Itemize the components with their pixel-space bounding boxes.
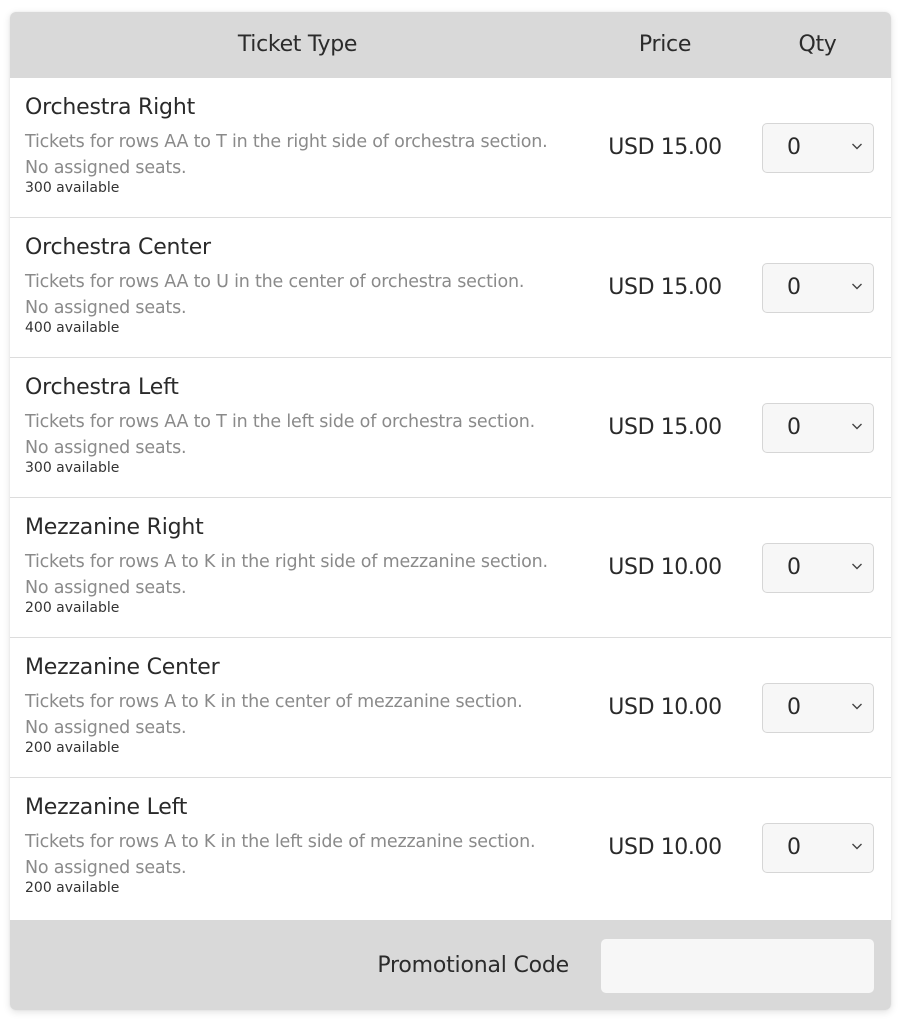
qty-value: 0	[787, 135, 801, 160]
ticket-price: USD 10.00	[608, 695, 722, 720]
ticket-description: Tickets for rows AA to T in the left sid…	[25, 409, 585, 461]
ticket-price: USD 15.00	[608, 275, 722, 300]
ticket-availability: 300 available	[25, 460, 120, 476]
header-price: Price	[638, 32, 692, 57]
ticket-name: Orchestra Left	[25, 375, 179, 400]
ticket-availability: 400 available	[25, 320, 120, 336]
qty-select[interactable]: 0	[762, 683, 874, 733]
table-footer: Promotional Code	[10, 920, 891, 1010]
ticket-description-line: No assigned seats.	[25, 858, 187, 878]
chevron-down-icon	[852, 143, 862, 150]
ticket-row: Mezzanine Right Tickets for rows A to K …	[10, 498, 891, 638]
ticket-description: Tickets for rows AA to T in the right si…	[25, 129, 585, 181]
ticket-price: USD 10.00	[608, 835, 722, 860]
qty-select[interactable]: 0	[762, 823, 874, 873]
ticket-name: Mezzanine Left	[25, 795, 188, 820]
ticket-price: USD 10.00	[608, 555, 722, 580]
ticket-name: Mezzanine Center	[25, 655, 220, 680]
ticket-description-line: No assigned seats.	[25, 158, 187, 178]
ticket-description: Tickets for rows A to K in the center of…	[25, 689, 585, 741]
qty-value: 0	[787, 555, 801, 580]
ticket-description-line: No assigned seats.	[25, 438, 187, 458]
ticket-name: Orchestra Right	[25, 95, 195, 120]
qty-value: 0	[787, 275, 801, 300]
ticket-description-line: Tickets for rows AA to T in the left sid…	[25, 412, 535, 432]
ticket-price: USD 15.00	[608, 135, 722, 160]
chevron-down-icon	[852, 563, 862, 570]
ticket-availability: 200 available	[25, 740, 120, 756]
ticket-description-line: Tickets for rows A to K in the right sid…	[25, 552, 548, 572]
qty-value: 0	[787, 415, 801, 440]
ticket-description-line: Tickets for rows A to K in the left side…	[25, 832, 536, 852]
ticket-availability: 200 available	[25, 880, 120, 896]
promo-code-input[interactable]	[601, 939, 874, 993]
table-header: Ticket Type Price Qty	[10, 12, 891, 78]
chevron-down-icon	[852, 843, 862, 850]
ticket-description-line: Tickets for rows AA to U in the center o…	[25, 272, 525, 292]
chevron-down-icon	[852, 283, 862, 290]
header-qty: Qty	[798, 32, 837, 57]
ticket-availability: 300 available	[25, 180, 120, 196]
ticket-description: Tickets for rows A to K in the right sid…	[25, 549, 585, 601]
ticket-description-line: No assigned seats.	[25, 718, 187, 738]
qty-select[interactable]: 0	[762, 123, 874, 173]
ticket-row: Mezzanine Center Tickets for rows A to K…	[10, 638, 891, 778]
ticket-row: Mezzanine Left Tickets for rows A to K i…	[10, 778, 891, 919]
ticket-description-line: No assigned seats.	[25, 578, 187, 598]
ticket-description: Tickets for rows AA to U in the center o…	[25, 269, 585, 321]
qty-select[interactable]: 0	[762, 263, 874, 313]
qty-value: 0	[787, 835, 801, 860]
ticket-description-line: Tickets for rows AA to T in the right si…	[25, 132, 548, 152]
ticket-name: Orchestra Center	[25, 235, 211, 260]
chevron-down-icon	[852, 703, 862, 710]
ticket-price: USD 15.00	[608, 415, 722, 440]
ticket-description-line: Tickets for rows A to K in the center of…	[25, 692, 523, 712]
ticket-availability: 200 available	[25, 600, 120, 616]
ticket-description-line: No assigned seats.	[25, 298, 187, 318]
ticket-description: Tickets for rows A to K in the left side…	[25, 829, 585, 881]
ticket-rows: Orchestra Right Tickets for rows AA to T…	[10, 78, 891, 919]
qty-value: 0	[787, 695, 801, 720]
ticket-row: Orchestra Left Tickets for rows AA to T …	[10, 358, 891, 498]
promo-code-label: Promotional Code	[377, 953, 569, 978]
ticket-name: Mezzanine Right	[25, 515, 204, 540]
qty-select[interactable]: 0	[762, 403, 874, 453]
qty-select[interactable]: 0	[762, 543, 874, 593]
chevron-down-icon	[852, 423, 862, 430]
header-ticket-type: Ticket Type	[237, 32, 358, 57]
ticket-row: Orchestra Center Tickets for rows AA to …	[10, 218, 891, 358]
ticket-selection-card: Ticket Type Price Qty Orchestra Right Ti…	[10, 12, 891, 1010]
ticket-row: Orchestra Right Tickets for rows AA to T…	[10, 78, 891, 218]
